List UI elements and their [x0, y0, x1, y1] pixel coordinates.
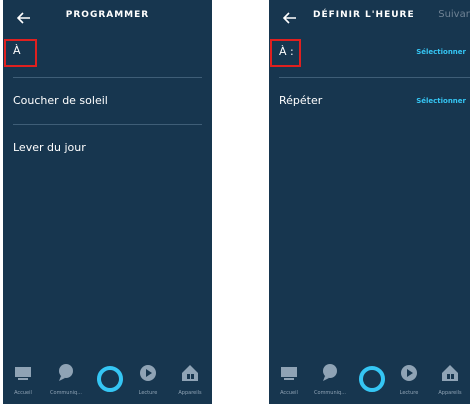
tab-play[interactable]: Lecture	[128, 362, 168, 396]
divider	[279, 77, 470, 78]
tab-devices[interactable]: Appareils	[430, 362, 470, 396]
select-repeat-link[interactable]: Sélectionner	[416, 97, 466, 105]
tab-devices[interactable]: Appareils	[170, 362, 210, 396]
next-button[interactable]: Suivant	[438, 9, 470, 20]
top-bar: DÉFINIR L'HEURE Suivant	[269, 0, 470, 36]
top-bar: PROGRAMMER	[3, 0, 212, 36]
select-time-link[interactable]: Sélectionner	[416, 48, 466, 56]
devices-icon	[442, 365, 458, 381]
at-label: À :	[279, 45, 294, 58]
tab-home[interactable]: Accueil	[269, 362, 309, 396]
play-icon	[401, 365, 417, 381]
tab-play[interactable]: Lecture	[389, 362, 429, 396]
tab-home[interactable]: Accueil	[3, 362, 43, 396]
play-icon	[140, 365, 156, 381]
bottom-tab-bar: Accueil Communiq... Lecture Appareils	[3, 358, 212, 404]
back-arrow-icon[interactable]	[281, 9, 299, 27]
home-icon	[281, 367, 297, 380]
alexa-icon[interactable]	[359, 366, 385, 392]
chat-icon	[59, 364, 73, 381]
at-label[interactable]: À	[13, 44, 21, 57]
tab-communicate[interactable]: Communiq...	[310, 362, 350, 396]
alexa-icon[interactable]	[97, 366, 123, 392]
bottom-tab-bar: Accueil Communiq... Lecture Appareils	[269, 358, 470, 404]
divider	[13, 124, 202, 125]
devices-icon	[182, 365, 198, 381]
chat-icon	[323, 364, 337, 381]
tab-communicate[interactable]: Communiq...	[46, 362, 86, 396]
screen-set-time: DÉFINIR L'HEURE Suivant À : Sélectionner…	[269, 0, 470, 404]
option-sunrise[interactable]: Lever du jour	[13, 141, 86, 154]
home-icon	[15, 367, 31, 380]
page-title: DÉFINIR L'HEURE	[313, 10, 415, 20]
repeat-label: Répéter	[279, 94, 323, 107]
page-title: PROGRAMMER	[65, 10, 150, 20]
option-sunset[interactable]: Coucher de soleil	[13, 94, 108, 107]
screen-programmer: PROGRAMMER À Coucher de soleil Lever du …	[3, 0, 212, 404]
divider	[13, 77, 202, 78]
